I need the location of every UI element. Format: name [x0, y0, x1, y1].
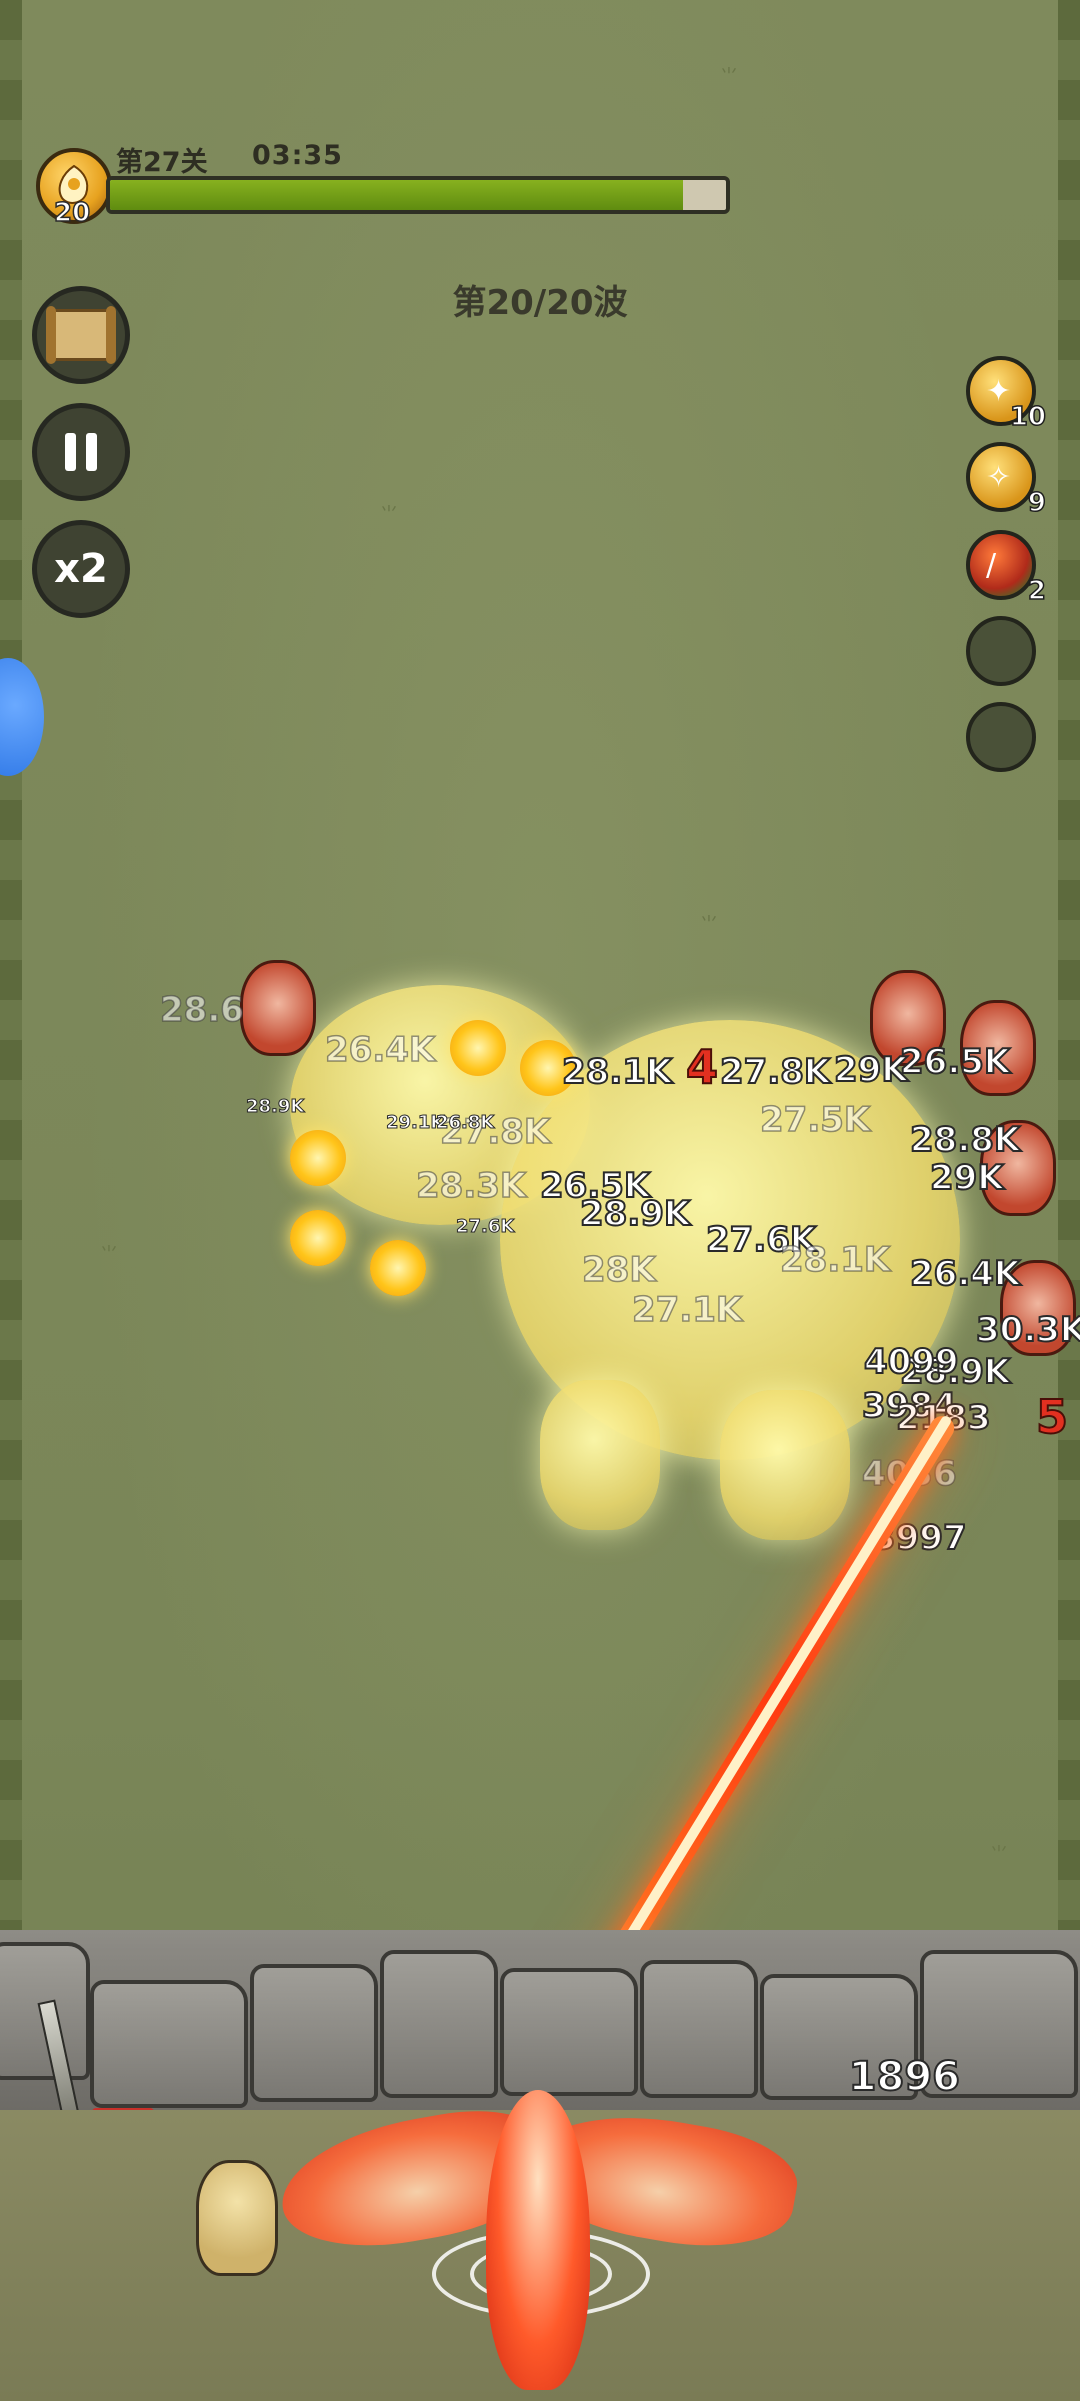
damage-number: 29K: [929, 1157, 1005, 1199]
grass-tuft: ⺌: [700, 914, 718, 935]
skill-slot-5-empty[interactable]: [966, 702, 1036, 772]
skill-slot-1[interactable]: ✦ 10: [966, 356, 1047, 433]
damage-number: 28.1K: [561, 1051, 673, 1093]
pause-icon: [65, 433, 97, 471]
fire-orb: [290, 1130, 346, 1186]
wall-rock: [500, 1968, 638, 2096]
wall-rock: [90, 1980, 248, 2108]
wave-counter: 第20/20波: [452, 283, 628, 323]
damage-number: 27.5K: [759, 1099, 871, 1141]
wall-rock: [380, 1950, 498, 2098]
stage-timer: 03:35: [252, 140, 343, 171]
damage-number: 28.8K: [909, 1119, 1021, 1161]
skill-count: 9: [1027, 487, 1047, 519]
damage-number: 29K: [833, 1049, 909, 1091]
grass-tuft: ⺌: [380, 504, 398, 525]
damage-number: 27.8K: [719, 1051, 831, 1093]
phoenix-hero: [486, 2090, 590, 2390]
player-level: 20: [53, 197, 91, 229]
wall-rock: [250, 1964, 378, 2102]
boss-leg: [720, 1390, 850, 1540]
damage-number: 28.9K: [579, 1193, 691, 1235]
boss-leg: [540, 1380, 660, 1530]
stage-label: 第27关: [116, 147, 208, 178]
skill-slot-3[interactable]: / 2: [966, 530, 1047, 607]
skill-count: 2: [1027, 575, 1047, 607]
damage-number: 26.5K: [899, 1041, 1011, 1083]
grass-tuft: ⺌: [720, 66, 738, 87]
damage-number: 26.8K: [435, 1112, 495, 1134]
rooster-enemy: [240, 960, 316, 1056]
damage-number: 28K: [581, 1249, 656, 1291]
damage-number: 28.9K: [245, 1096, 305, 1118]
damage-number: 28.3K: [415, 1165, 527, 1207]
sparrow-icon: ✦: [986, 374, 1012, 409]
map-button[interactable]: [32, 286, 130, 384]
damage-number: 27.1K: [631, 1289, 743, 1331]
damage-number: 26.4K: [909, 1253, 1021, 1295]
grass-tuft: ⺌: [990, 1844, 1008, 1865]
pause-button[interactable]: [32, 403, 130, 501]
damage-number: 4099: [863, 1341, 960, 1383]
damage-number: 28.1K: [779, 1239, 891, 1281]
bird-icon: ✧: [986, 460, 1012, 495]
fire-orb: [450, 1020, 506, 1076]
damage-number: 27.6K: [455, 1216, 515, 1238]
stage-progress-fill: [110, 180, 683, 210]
damage-number: 30.3K: [975, 1309, 1080, 1351]
stage-progress-bar: [106, 176, 730, 214]
skill-slot-2[interactable]: ✧ 9: [966, 442, 1047, 519]
speed-label: x2: [54, 546, 108, 592]
fire-blade-icon: /: [986, 548, 997, 583]
speed-button[interactable]: x2: [32, 520, 130, 618]
wall-rock: [640, 1960, 758, 2098]
crit-damage-number: 4: [685, 1039, 719, 1095]
crit-damage-number: 5: [1035, 1389, 1069, 1445]
fire-orb: [370, 1240, 426, 1296]
damage-number: 26.4K: [324, 1029, 436, 1071]
skill-count: 10: [1009, 401, 1047, 433]
grass-tuft: ⺌: [100, 1244, 118, 1265]
fire-orb: [290, 1210, 346, 1266]
skill-slot-4-empty[interactable]: [966, 616, 1036, 686]
wall-hp-value: 1896: [848, 2053, 961, 2101]
scroll-map-icon: [46, 306, 116, 364]
damage-number: 28.6: [159, 989, 244, 1031]
cat-companion: [196, 2160, 278, 2276]
